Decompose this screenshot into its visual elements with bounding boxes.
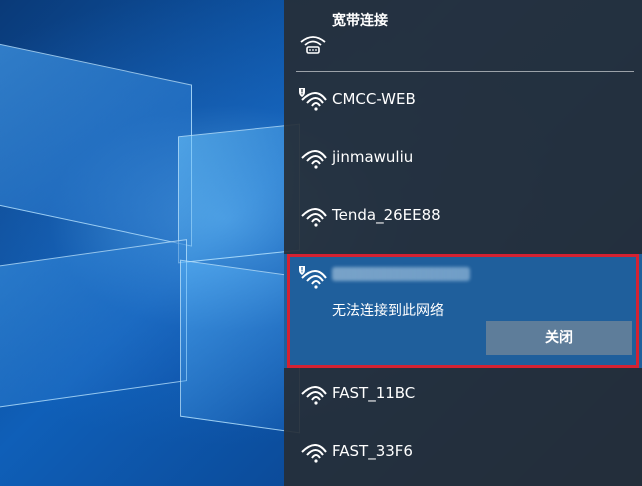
dial-up-icon (298, 30, 328, 56)
network-item-cmcc-web[interactable]: CMCC-WEB (284, 70, 642, 128)
network-ssid: jinmawuliu (332, 148, 414, 166)
connection-error-text: 无法连接到此网络 (332, 303, 444, 319)
wallpaper-pane (0, 239, 187, 413)
broadband-connection-item[interactable]: 宽带连接 (284, 0, 642, 62)
network-item-fast-33f6[interactable]: FAST_33F6 (284, 422, 642, 480)
close-button[interactable]: 关闭 (486, 321, 632, 355)
wallpaper-pane (178, 123, 300, 264)
wifi-icon (298, 380, 328, 406)
selected-network-item[interactable]: 无法连接到此网络 关闭 (284, 254, 642, 368)
wallpaper-pane (180, 259, 300, 434)
redacted-ssid (332, 267, 470, 281)
wifi-icon (298, 438, 328, 464)
wifi-icon (298, 144, 328, 170)
network-flyout: 宽带连接 CMCC-WEB jinmawuliu Tenda_26EE88 无法… (284, 0, 642, 486)
network-item-jinmawuliu[interactable]: jinmawuliu (284, 128, 642, 186)
network-item-tenda[interactable]: Tenda_26EE88 (284, 186, 642, 244)
wallpaper-pane (0, 35, 192, 247)
network-ssid: CMCC-WEB (332, 90, 416, 108)
network-ssid: FAST_11BC (332, 384, 416, 402)
wifi-warning-icon (298, 264, 328, 290)
broadband-label: 宽带连接 (332, 13, 388, 29)
wifi-icon (298, 202, 328, 228)
wifi-warning-icon (298, 86, 328, 112)
network-ssid: FAST_33F6 (332, 442, 413, 460)
network-ssid: Tenda_26EE88 (332, 206, 441, 224)
network-item-fast-11bc[interactable]: FAST_11BC (284, 364, 642, 422)
